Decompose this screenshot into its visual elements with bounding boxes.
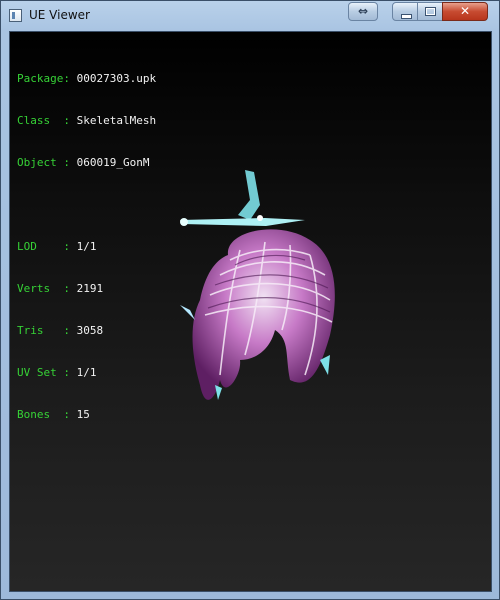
minimize-button[interactable] bbox=[392, 2, 418, 21]
swap-arrows-icon: ⇔ bbox=[357, 4, 369, 18]
window-title: UE Viewer bbox=[29, 8, 90, 22]
info-row-lod: LOD : 1/1 bbox=[17, 240, 97, 253]
maximize-button[interactable] bbox=[417, 2, 443, 21]
minimize-icon bbox=[401, 14, 412, 19]
hair-mesh-render bbox=[180, 170, 335, 400]
3d-viewport[interactable]: Package: 00027303.upk Class : SkeletalMe… bbox=[9, 31, 492, 592]
info-row-uvset: UV Set : 1/1 bbox=[17, 366, 97, 379]
info-row-tris: Tris : 3058 bbox=[17, 324, 104, 337]
info-row-package: Package: 00027303.upk bbox=[17, 72, 157, 85]
close-button[interactable]: ✕ bbox=[442, 2, 488, 21]
maximize-icon bbox=[425, 7, 436, 16]
close-icon: ✕ bbox=[459, 4, 471, 18]
info-row-class: Class : SkeletalMesh bbox=[17, 114, 157, 127]
info-row-object: Object : 060019_GonM bbox=[17, 156, 150, 169]
ue-viewer-window: UE Viewer ⇔ ✕ Package: 00027303.upk Clas… bbox=[0, 0, 500, 600]
info-row-bones: Bones : 15 bbox=[17, 408, 90, 421]
info-row-verts: Verts : 2191 bbox=[17, 282, 104, 295]
title-bar[interactable]: UE Viewer ⇔ ✕ bbox=[1, 1, 499, 31]
app-icon bbox=[9, 9, 22, 22]
swap-button[interactable]: ⇔ bbox=[348, 2, 378, 21]
mesh-info-overlay: Package: 00027303.upk Class : SkeletalMe… bbox=[17, 44, 156, 450]
